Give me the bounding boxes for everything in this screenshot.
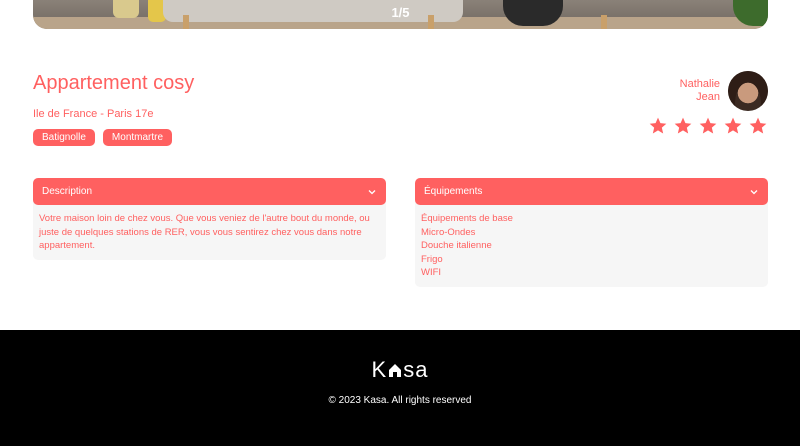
- tag-list: Batignolle Montmartre: [33, 129, 173, 146]
- equipment-item: Douche italienne: [421, 240, 492, 251]
- description-header[interactable]: Description: [33, 178, 386, 205]
- logo-letter-k: K: [371, 357, 388, 383]
- star-icon: [724, 117, 742, 134]
- description-text: Votre maison loin de chez vous. Que vous…: [33, 200, 386, 260]
- host-avatar: [728, 71, 768, 111]
- equipments-collapse: Équipements Équipements de base Micro-On…: [415, 178, 768, 287]
- star-icon: [749, 117, 767, 134]
- description-collapse: Description Votre maison loin de chez vo…: [33, 178, 386, 260]
- footer-logo[interactable]: Ksa: [0, 356, 800, 383]
- chevron-down-icon[interactable]: [367, 187, 377, 197]
- chevron-down-icon[interactable]: [749, 187, 759, 197]
- equipment-item: Équipements de base: [421, 213, 513, 224]
- copyright: © 2023 Kasa. All rights reserved: [328, 395, 472, 406]
- star-icon: [649, 117, 667, 134]
- host-first-name: Nathalie: [679, 78, 720, 90]
- star-icon: [699, 117, 717, 134]
- listing-title: Appartement cosy: [33, 72, 195, 94]
- carousel-counter: 1/5: [391, 5, 410, 20]
- star-icon: [674, 117, 692, 134]
- listing-location: Ile de France - Paris 17e: [33, 108, 154, 120]
- footer: [0, 330, 800, 446]
- tag: Batignolle: [33, 129, 95, 146]
- rating-stars: [648, 116, 768, 136]
- host-info: Nathalie Jean: [680, 71, 768, 111]
- image-carousel[interactable]: 1/5: [33, 0, 768, 29]
- tag: Montmartre: [102, 129, 173, 146]
- house-icon: [389, 364, 402, 378]
- equipment-item: Frigo: [421, 253, 443, 265]
- equipments-list: Équipements de base Micro-Ondes Douche i…: [421, 212, 762, 280]
- equipments-header[interactable]: Équipements: [415, 178, 768, 205]
- host-name: Nathalie Jean: [680, 78, 720, 104]
- description-label: Description: [42, 186, 93, 197]
- equipments-body: Équipements de base Micro-Ondes Douche i…: [415, 200, 768, 287]
- logo-letters-sa: sa: [403, 357, 429, 383]
- equipments-label: Équipements: [424, 186, 483, 197]
- equipment-item: Micro-Ondes: [421, 226, 476, 238]
- equipment-item: WIFI: [421, 267, 442, 278]
- host-last-name: Jean: [696, 91, 720, 103]
